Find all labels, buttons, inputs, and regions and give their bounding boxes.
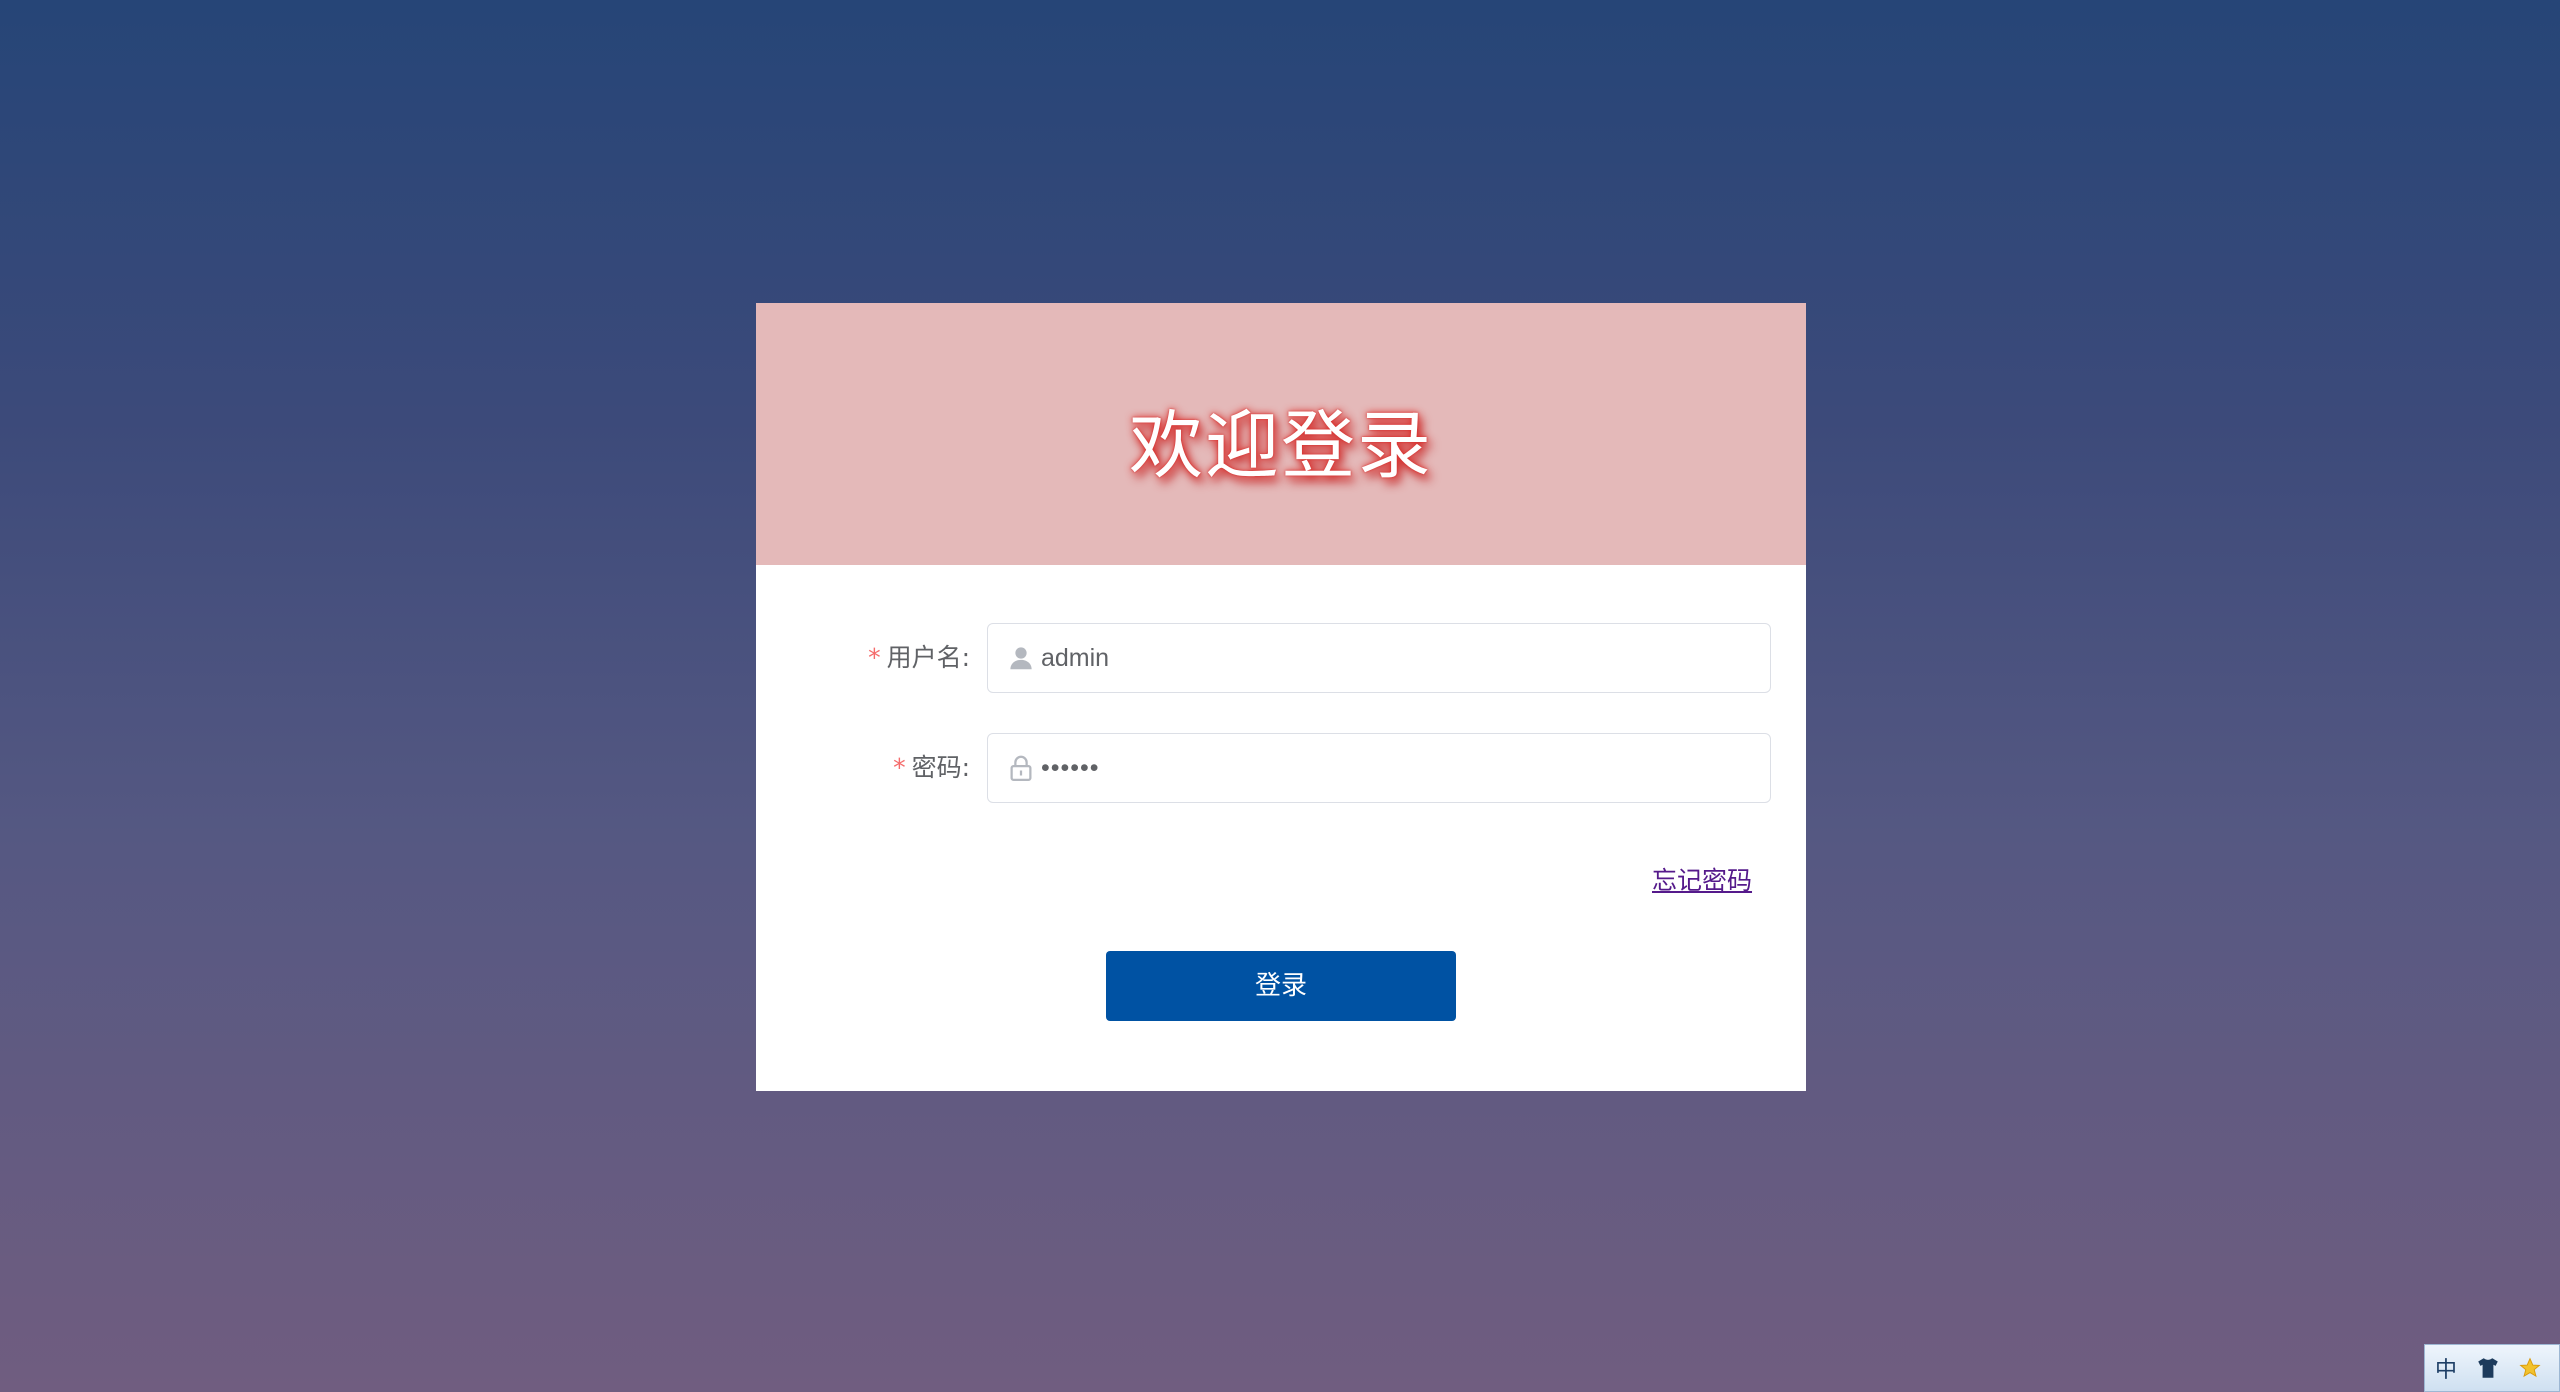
lock-icon [1010,755,1032,781]
password-label-text: 密码: [911,753,970,782]
username-value[interactable]: admin [1041,624,1109,692]
required-mark: * [868,643,881,672]
password-value[interactable]: •••••• [1041,734,1100,802]
shirt-icon[interactable] [2467,1345,2509,1391]
login-card: 欢迎登录 * 用户名: admin * 密码: •••••• 忘记密码 登录 [756,303,1806,1091]
login-header: 欢迎登录 [756,303,1806,565]
password-label: * 密码: [893,733,970,803]
forgot-password-link[interactable]: 忘记密码 [1652,861,1752,897]
username-row: * 用户名: admin [756,623,1806,693]
login-button[interactable]: 登录 [1106,951,1456,1021]
username-label: * 用户名: [868,623,970,693]
username-label-text: 用户名: [886,643,970,672]
required-mark: * [893,753,906,782]
username-input[interactable]: admin [987,623,1771,693]
ime-toolbar: 中 [2424,1344,2560,1392]
user-icon [1010,647,1032,670]
password-row: * 密码: •••••• [756,733,1806,803]
page-title: 欢迎登录 [1129,402,1433,489]
ime-mode-toggle[interactable]: 中 [2425,1345,2467,1391]
star-icon[interactable] [2509,1345,2551,1391]
password-input[interactable]: •••••• [987,733,1771,803]
